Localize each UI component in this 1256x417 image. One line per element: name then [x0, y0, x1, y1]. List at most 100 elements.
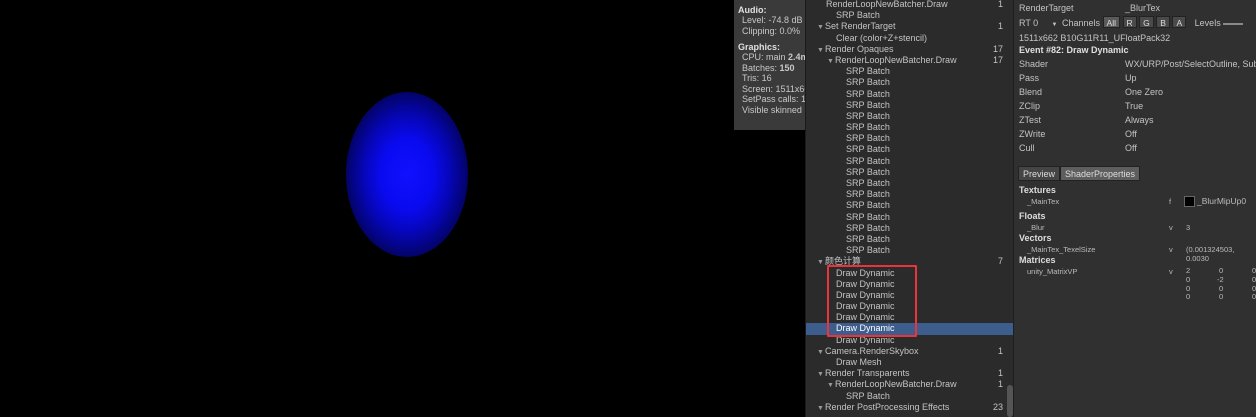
batches-line: Batches: 150 — [742, 62, 795, 73]
tree-row[interactable]: Draw Dynamic — [806, 268, 1013, 279]
channel-all-button[interactable]: All — [1102, 16, 1120, 28]
dropdown-arrow-icon: ▼ — [1051, 22, 1058, 28]
tree-row-label: SRP Batch — [846, 110, 890, 121]
tree-row-label: SRP Batch — [846, 222, 890, 233]
tree-row-label: Set RenderTarget — [825, 21, 896, 32]
tree-row-count: 1 — [997, 368, 1003, 379]
matrix-r3c1: 0 — [1219, 292, 1224, 301]
texture-stage: f — [1169, 197, 1172, 206]
tree-row[interactable]: Draw Dynamic — [806, 335, 1013, 346]
tree-row[interactable]: Draw Dynamic — [806, 323, 1013, 335]
tree-row[interactable]: ▼Camera.RenderSkybox 1 — [806, 346, 1013, 357]
texture-value[interactable]: _BlurMipUp0 — [1184, 196, 1246, 208]
tree-row[interactable]: SRP Batch — [806, 391, 1013, 402]
rt-select[interactable]: RT 0 — [1019, 18, 1049, 28]
tree-row[interactable]: ▼颜色计算 7 — [806, 256, 1013, 267]
tree-row[interactable]: SRP Batch — [806, 200, 1013, 211]
stats-overlay: Audio: Level: -74.8 dB Clipping: 0.0% Gr… — [734, 0, 805, 130]
tree-row[interactable]: SRP Batch — [806, 122, 1013, 133]
matrix-r0c0: 2 — [1186, 266, 1191, 275]
matrix-name: unity_MatrixVP — [1027, 267, 1078, 276]
tree-row-label: SRP Batch — [846, 390, 890, 401]
tree-row-label: SRP Batch — [846, 77, 890, 88]
tree-row[interactable]: SRP Batch — [806, 111, 1013, 122]
matrix-r3c0: 0 — [1186, 292, 1191, 301]
channel-r-button[interactable]: R — [1122, 16, 1137, 28]
prop-shader: Shader WX/URP/Post/SelectOutline, SubS — [1019, 59, 1256, 69]
tree-row[interactable]: ▼RenderLoopNewBatcher.Draw 1 — [806, 379, 1013, 390]
tree-row[interactable]: Draw Mesh — [806, 357, 1013, 368]
tree-row[interactable]: SRP Batch — [806, 100, 1013, 111]
tree-row[interactable]: RenderLoopNewBatcher.Draw 1 — [806, 0, 1013, 10]
tree-row[interactable]: SRP Batch — [806, 245, 1013, 256]
tree-row[interactable]: SRP Batch — [806, 212, 1013, 223]
channel-b-button[interactable]: B — [1156, 16, 1170, 28]
tree-row[interactable]: SRP Batch — [806, 10, 1013, 21]
tree-row[interactable]: Draw Dynamic — [806, 290, 1013, 301]
tree-row[interactable]: SRP Batch — [806, 189, 1013, 200]
tree-row-count: 1 — [997, 0, 1003, 9]
skinned-line: Visible skinned m — [742, 104, 805, 115]
float-stage: v — [1169, 223, 1173, 232]
audio-heading: Audio: — [738, 5, 767, 15]
tree-row[interactable]: SRP Batch — [806, 234, 1013, 245]
tree-row-count: 7 — [997, 256, 1003, 267]
channel-a-button[interactable]: A — [1172, 16, 1187, 28]
tree-row-label: SRP Batch — [846, 155, 890, 166]
tree-row[interactable]: SRP Batch — [806, 133, 1013, 144]
tree-row[interactable]: SRP Batch — [806, 77, 1013, 88]
tree-row[interactable]: Draw Dynamic — [806, 279, 1013, 290]
prop-zwrite: ZWrite Off — [1019, 129, 1137, 139]
frame-event-tree[interactable]: RenderLoopNewBatcher.Draw 1 SRP Batch ▼ Set … — [805, 0, 1013, 417]
event-detail-panel: RenderTarget _BlurTex RT 0 ▼ Channels All… — [1013, 0, 1256, 417]
tree-row-label: RenderLoopNewBatcher.Draw — [826, 0, 948, 9]
expand-arrow-icon[interactable]: ▼ — [817, 403, 825, 414]
vectors-heading: Vectors — [1019, 233, 1052, 243]
tree-row[interactable]: SRP Batch — [806, 156, 1013, 167]
tree-row[interactable]: ▼RenderLoopNewBatcher.Draw 17 — [806, 55, 1013, 66]
tree-row-label: 颜色计算 — [825, 256, 862, 267]
format-text: 1511x662 B10G11R11_UFloatPack32 — [1019, 33, 1171, 43]
tree-row-label: Render PostProcessing Effects — [825, 401, 950, 412]
tree-row-count: 17 — [992, 43, 1003, 54]
tree-row[interactable]: SRP Batch — [806, 66, 1013, 77]
texture-swatch-icon — [1184, 196, 1195, 208]
vector-name: _MainTex_TexelSize — [1027, 245, 1096, 254]
tree-row[interactable]: SRP Batch — [806, 144, 1013, 155]
tree-row[interactable]: ▼Set RenderTarget 1 — [806, 21, 1013, 32]
textures-heading: Textures — [1019, 185, 1056, 195]
tree-row[interactable]: SRP Batch — [806, 178, 1013, 189]
tree-row[interactable]: Draw Dynamic — [806, 312, 1013, 323]
tree-row-label: SRP Batch — [846, 245, 890, 256]
tab-preview[interactable]: Preview — [1018, 166, 1061, 181]
tree-row-label: SRP Batch — [846, 211, 890, 222]
tree-row[interactable]: Clear (color+Z+stencil) — [806, 33, 1013, 44]
tree-row[interactable]: ▼Render Opaques 17 — [806, 44, 1013, 55]
channels-label: Channels — [1061, 18, 1101, 28]
tree-row-label: Render Opaques — [825, 43, 894, 54]
texture-name: _MainTex — [1027, 197, 1060, 206]
tree-row[interactable]: ▼Render Transparents 1 — [806, 368, 1013, 379]
tree-row-label: Draw Dynamic — [836, 334, 895, 345]
tree-row[interactable]: SRP Batch — [806, 89, 1013, 100]
tris-line: Tris: 16 — [742, 73, 772, 83]
float-name: _Blur — [1027, 223, 1045, 232]
tree-row[interactable]: SRP Batch — [806, 223, 1013, 234]
tree-row-label: RenderLoopNewBatcher.Draw — [835, 54, 957, 65]
tree-row-label: Draw Dynamic — [836, 312, 895, 323]
tree-row-label: Draw Dynamic — [836, 323, 895, 334]
levels-slider[interactable] — [1223, 22, 1244, 25]
tree-row-label: SRP Batch — [846, 88, 890, 99]
cpu-line: CPU: main 2.4m — [742, 52, 805, 62]
tab-shader-properties[interactable]: ShaderProperties — [1060, 166, 1141, 181]
channel-toolbar: RT 0 ▼ Channels All R G B A Levels — [1019, 16, 1244, 28]
tree-row-count: 17 — [992, 54, 1003, 65]
tree-row-label: SRP Batch — [836, 10, 880, 21]
channel-g-button[interactable]: G — [1139, 16, 1154, 28]
tree-row[interactable]: ▼Render PostProcessing Effects 23 — [806, 402, 1013, 413]
tree-row[interactable]: SRP Batch — [806, 167, 1013, 178]
blurred-blue-shape — [346, 92, 468, 257]
tree-row-label: SRP Batch — [846, 200, 890, 211]
tree-row[interactable]: Draw Dynamic — [806, 301, 1013, 312]
graphics-heading: Graphics: — [738, 42, 781, 52]
